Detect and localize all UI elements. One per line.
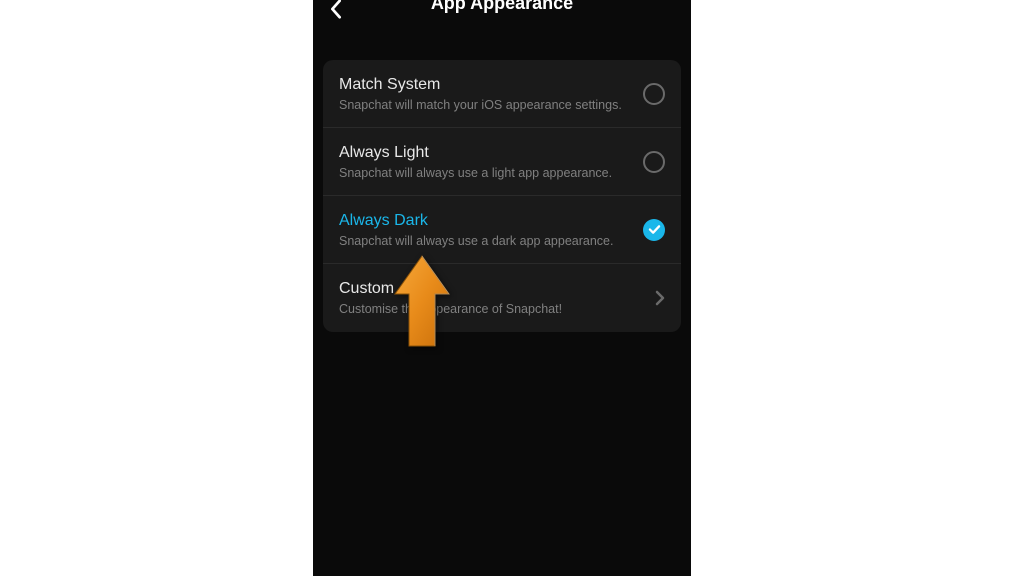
phone-screen: App Appearance Match System Snapchat wil… — [313, 0, 691, 576]
chevron-right-icon — [655, 290, 665, 306]
option-always-light[interactable]: Always Light Snapchat will always use a … — [323, 128, 681, 196]
option-text: Match System Snapchat will match your iO… — [339, 76, 643, 112]
option-text: Always Dark Snapchat will always use a d… — [339, 212, 643, 248]
option-title: Always Light — [339, 144, 631, 162]
option-subtitle: Snapchat will always use a light app app… — [339, 166, 631, 180]
check-icon — [648, 224, 661, 235]
chevron-left-icon — [329, 0, 343, 19]
option-custom[interactable]: Custom Customise the appearance of Snapc… — [323, 264, 681, 332]
option-title: Always Dark — [339, 212, 631, 230]
radio-unchecked-icon — [643, 83, 665, 105]
option-text: Custom Customise the appearance of Snapc… — [339, 280, 655, 316]
radio-unchecked-icon — [643, 151, 665, 173]
option-subtitle: Snapchat will always use a dark app appe… — [339, 234, 631, 248]
page-title: App Appearance — [431, 0, 573, 14]
header: App Appearance — [313, 0, 691, 38]
back-button[interactable] — [321, 0, 351, 24]
option-title: Custom — [339, 280, 643, 298]
option-subtitle: Snapchat will match your iOS appearance … — [339, 98, 631, 112]
option-title: Match System — [339, 76, 631, 94]
option-always-dark[interactable]: Always Dark Snapchat will always use a d… — [323, 196, 681, 264]
option-text: Always Light Snapchat will always use a … — [339, 144, 643, 180]
option-match-system[interactable]: Match System Snapchat will match your iO… — [323, 60, 681, 128]
option-subtitle: Customise the appearance of Snapchat! — [339, 302, 643, 316]
appearance-options: Match System Snapchat will match your iO… — [323, 60, 681, 332]
radio-checked-icon — [643, 219, 665, 241]
